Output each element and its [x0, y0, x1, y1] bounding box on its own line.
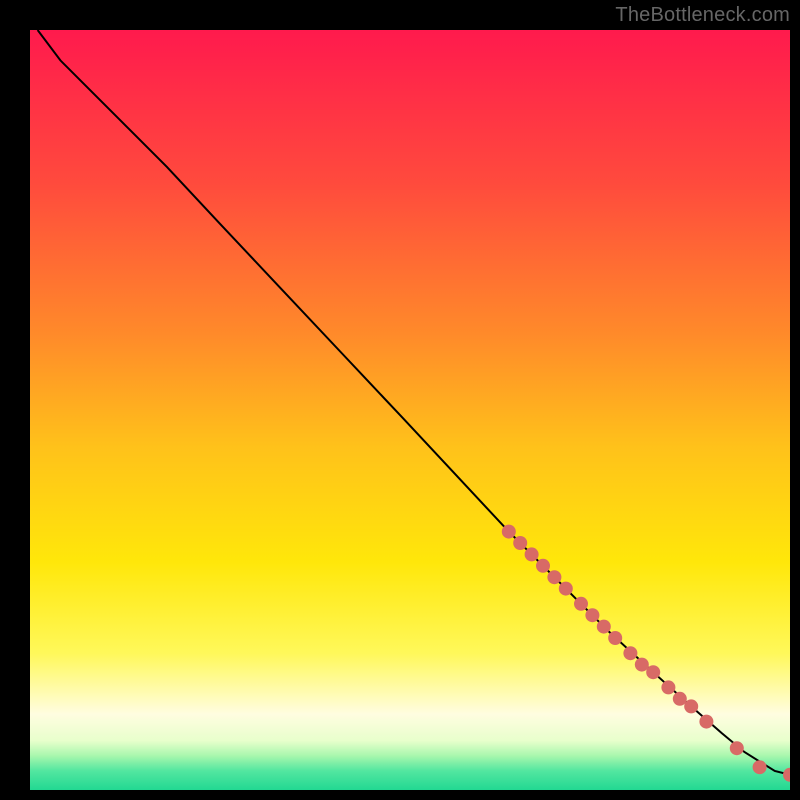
chart-svg	[30, 30, 790, 790]
marker-point	[559, 582, 573, 596]
marker-point	[673, 692, 687, 706]
marker-point	[684, 699, 698, 713]
chart-stage: TheBottleneck.com	[0, 0, 800, 800]
plot-area	[30, 30, 790, 790]
marker-point	[661, 680, 675, 694]
marker-point	[513, 536, 527, 550]
marker-point	[547, 570, 561, 584]
marker-point	[635, 658, 649, 672]
marker-point	[699, 715, 713, 729]
marker-point	[536, 559, 550, 573]
marker-point	[646, 665, 660, 679]
marker-point	[608, 631, 622, 645]
marker-point	[585, 608, 599, 622]
marker-point	[623, 646, 637, 660]
marker-point	[502, 525, 516, 539]
marker-point	[574, 597, 588, 611]
watermark-label: TheBottleneck.com	[615, 4, 790, 27]
marker-point	[753, 760, 767, 774]
marker-point	[525, 547, 539, 561]
marker-point	[597, 620, 611, 634]
marker-point	[730, 741, 744, 755]
